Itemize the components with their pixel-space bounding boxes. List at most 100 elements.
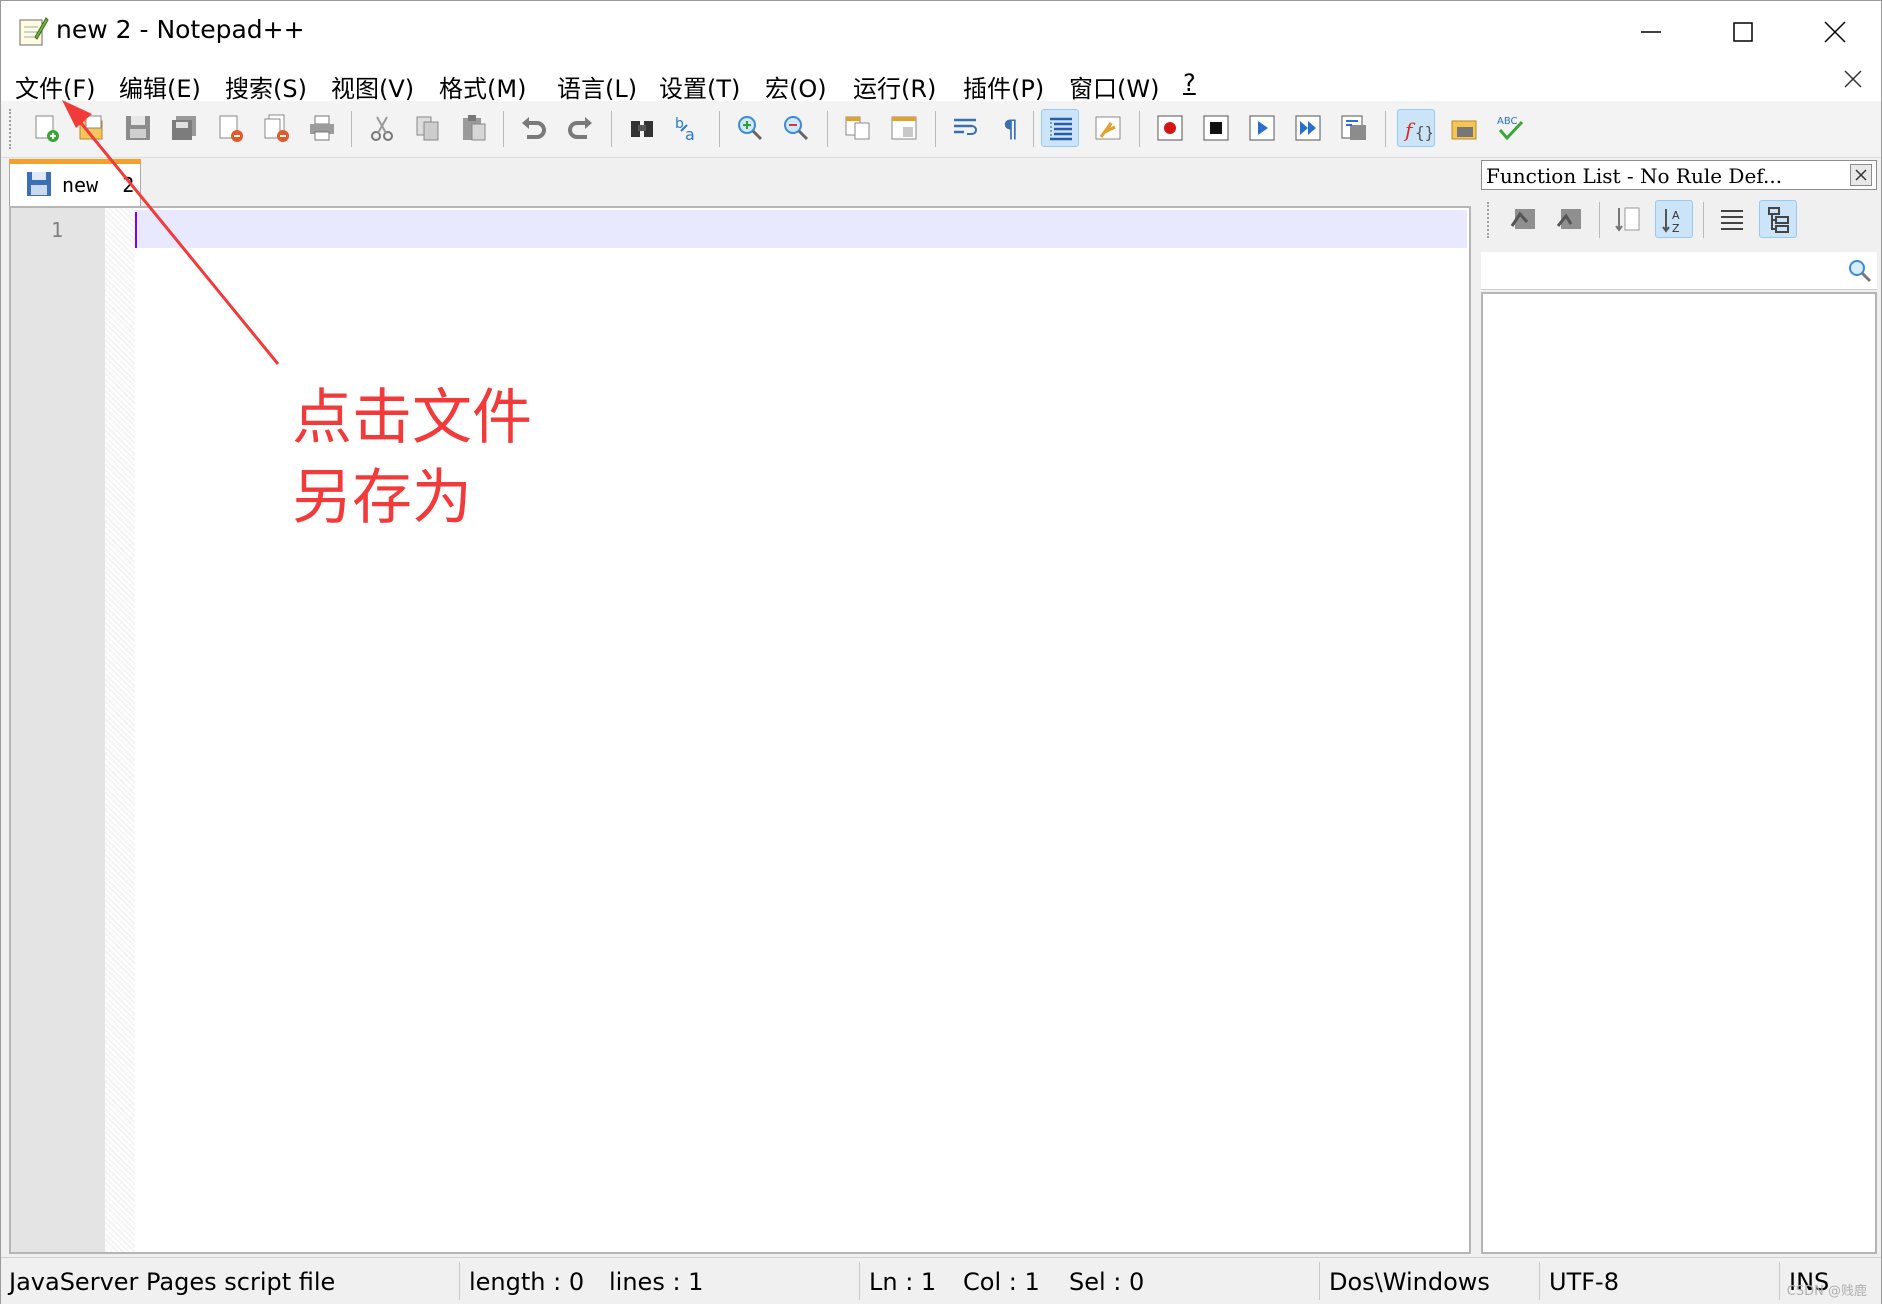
close-icon <box>1844 70 1862 88</box>
menu-settings[interactable]: 设置(T) <box>659 69 740 104</box>
function-list-reload-button[interactable] <box>1505 200 1543 238</box>
replace-button[interactable]: ba <box>669 109 707 147</box>
replace-icon: ba <box>675 116 695 143</box>
menu-view[interactable]: 视图(V) <box>331 69 414 104</box>
cut-icon <box>371 116 393 141</box>
menu-format[interactable]: 格式(M) <box>439 69 526 104</box>
indent-guide-icon <box>1050 117 1072 141</box>
function-list-button[interactable]: f{} <box>1397 109 1435 147</box>
redo-button[interactable] <box>561 109 599 147</box>
menu-file[interactable]: 文件(F) <box>15 69 96 104</box>
svg-text:¶: ¶ <box>1003 115 1018 143</box>
status-lines: lines : 1 <box>609 1268 704 1296</box>
close-document-button[interactable] <box>1841 67 1871 97</box>
zoom-out-icon <box>784 116 809 141</box>
close-icon <box>1824 21 1846 43</box>
copy-icon <box>416 116 439 141</box>
cut-button[interactable] <box>363 109 401 147</box>
zoom-out-button[interactable] <box>777 109 815 147</box>
menu-search[interactable]: 搜索(S) <box>225 69 307 104</box>
show-all-characters-button[interactable]: ¶ <box>993 109 1031 147</box>
stop-macro-button[interactable] <box>1197 109 1235 147</box>
window-title: new 2 - Notepad++ <box>56 15 305 44</box>
svg-text:{}: {} <box>1415 123 1432 142</box>
save-button[interactable] <box>119 109 157 147</box>
copy-icon <box>1556 209 1581 229</box>
function-list-close-button[interactable] <box>1850 164 1872 186</box>
tree-view-icon <box>1768 207 1789 233</box>
folder-as-workspace-button[interactable] <box>1445 109 1483 147</box>
zoom-in-icon <box>738 116 763 141</box>
fold-margin[interactable] <box>105 208 135 1252</box>
tab-new-2[interactable]: new 2 <box>9 159 141 206</box>
open-file-button[interactable] <box>73 109 111 147</box>
menu-macro[interactable]: 宏(O) <box>765 69 827 104</box>
svg-text:ABC: ABC <box>1497 116 1518 127</box>
function-list-view-tree-button[interactable] <box>1759 200 1797 238</box>
status-selection: Sel : 0 <box>1069 1268 1145 1296</box>
save-macro-button[interactable] <box>1335 109 1373 147</box>
status-file-type: JavaServer Pages script file <box>9 1268 336 1296</box>
indent-guide-button[interactable] <box>1041 109 1079 147</box>
svg-text:Z: Z <box>1672 222 1680 235</box>
function-list-copy-button[interactable] <box>1551 200 1589 238</box>
close-file-button[interactable] <box>211 109 249 147</box>
menu-run[interactable]: 运行(R) <box>853 69 936 104</box>
find-button[interactable] <box>623 109 661 147</box>
print-icon <box>310 115 334 141</box>
sync-horizontal-button[interactable] <box>885 109 923 147</box>
annotation-line-2: 另存为 <box>292 463 472 533</box>
menu-help[interactable]: ? <box>1183 69 1196 97</box>
search-icon[interactable] <box>1847 258 1873 288</box>
menu-plugins[interactable]: 插件(P) <box>963 69 1044 104</box>
print-button[interactable] <box>303 109 341 147</box>
copy-button[interactable] <box>409 109 447 147</box>
minimize-icon <box>1641 31 1661 33</box>
status-eol[interactable]: Dos\Windows <box>1329 1268 1490 1296</box>
spell-check-button[interactable]: ABC <box>1491 109 1529 147</box>
close-window-button[interactable] <box>1789 1 1881 63</box>
function-list-sort-alpha-button[interactable]: AZ <box>1655 200 1693 238</box>
zoom-in-button[interactable] <box>731 109 769 147</box>
editor-area[interactable]: 1 <box>9 206 1471 1254</box>
text-caret <box>135 212 137 248</box>
run-macro-multiple-icon <box>1295 115 1321 141</box>
save-all-button[interactable] <box>165 109 203 147</box>
tab-label: new 2 <box>62 173 135 197</box>
svg-text:a: a <box>685 125 695 143</box>
function-list-tree[interactable] <box>1481 292 1877 1254</box>
toolbar-grip[interactable] <box>9 109 15 149</box>
paste-button[interactable] <box>455 109 493 147</box>
close-all-button[interactable] <box>257 109 295 147</box>
watermark: CSDN @贱鹿 <box>1786 1284 1867 1299</box>
undo-icon <box>522 117 546 139</box>
current-line-highlight <box>135 210 1467 248</box>
function-list-sort-order-button[interactable] <box>1609 200 1647 238</box>
status-line-number: Ln : 1 <box>869 1268 937 1296</box>
sync-horizontal-icon <box>891 116 917 140</box>
run-macro-multiple-button[interactable] <box>1289 109 1327 147</box>
maximize-button[interactable] <box>1697 1 1789 63</box>
open-file-icon <box>79 115 103 140</box>
menu-edit[interactable]: 编辑(E) <box>119 69 201 104</box>
new-file-button[interactable] <box>27 109 65 147</box>
function-list-search-input[interactable] <box>1481 252 1877 290</box>
menu-language[interactable]: 语言(L) <box>557 69 637 104</box>
record-macro-button[interactable] <box>1151 109 1189 147</box>
sync-vertical-button[interactable] <box>839 109 877 147</box>
record-macro-icon <box>1157 115 1183 141</box>
notepad-window: new 2 - Notepad++ 文件(F) 编辑(E) 搜索(S) 视图(V… <box>0 0 1882 1304</box>
tab-active-indicator <box>9 159 141 164</box>
menu-bar: 文件(F) 编辑(E) 搜索(S) 视图(V) 格式(M) 语言(L) 设置(T… <box>1 63 1881 104</box>
function-list-view-list-button[interactable] <box>1713 200 1751 238</box>
doc-map-button[interactable] <box>1089 109 1127 147</box>
function-list-toolbar: AZ <box>1477 194 1881 244</box>
stop-macro-icon <box>1203 115 1229 141</box>
svg-text:A: A <box>1672 209 1680 222</box>
word-wrap-button[interactable] <box>947 109 985 147</box>
minimize-button[interactable] <box>1605 1 1697 63</box>
play-macro-button[interactable] <box>1243 109 1281 147</box>
undo-button[interactable] <box>515 109 553 147</box>
status-encoding[interactable]: UTF-8 <box>1549 1268 1619 1296</box>
menu-window[interactable]: 窗口(W) <box>1069 69 1159 104</box>
